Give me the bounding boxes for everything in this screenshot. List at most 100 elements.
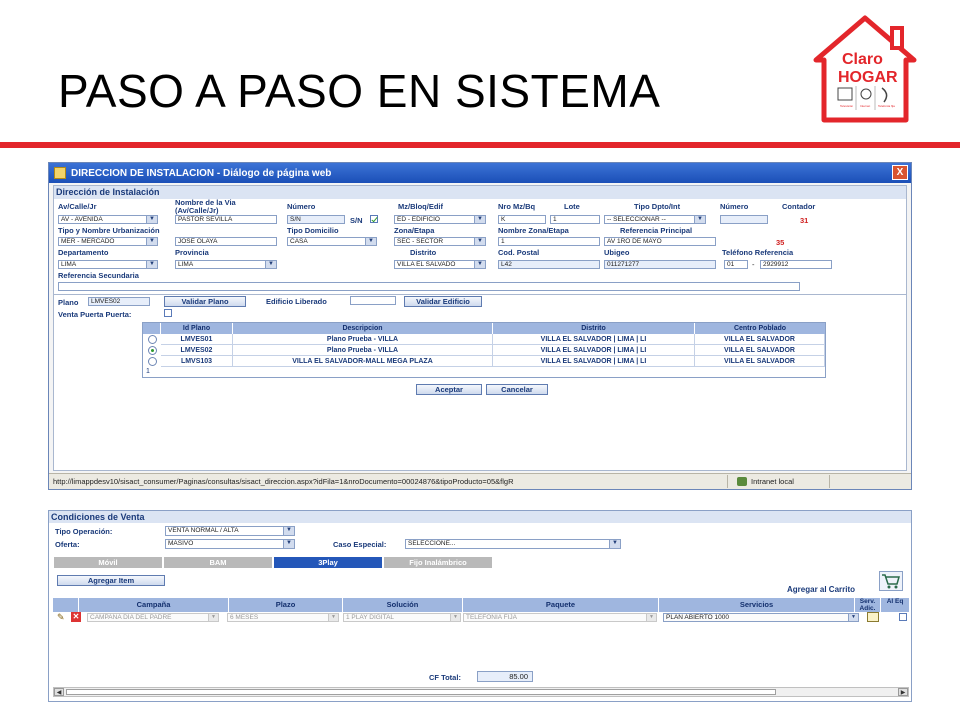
items-grid-row: ✎ ✕ CAMPAÑA DÍA DEL PADRE ▼ 6 MESES ▼ 1 PL…: [53, 612, 909, 623]
label-numero: Número: [287, 202, 316, 211]
tel-numero-input[interactable]: 2929912: [760, 260, 832, 269]
nombre-urb-input[interactable]: JOSE OLAYA: [175, 237, 277, 246]
tab-fijo-inalambrico[interactable]: Fijo Inalámbrico: [384, 557, 492, 568]
slide-title: PASO A PASO EN SISTEMA: [58, 65, 661, 117]
tipo-urb-select[interactable]: MER - MERCADO ▼: [58, 237, 158, 246]
table-row[interactable]: LMVS103 VILLA EL SALVADOR-MALL MEGA PLAZ…: [143, 356, 825, 367]
label-nro-mz: Nro Mz/Bq: [498, 202, 536, 211]
logo-text-hogar: HOGAR: [838, 69, 898, 86]
window-icon: [54, 167, 66, 179]
tipo-operacion-select[interactable]: VENTA NORMAL / ALTA ▼: [165, 526, 295, 536]
table-row[interactable]: LMVES01 Plano Prueba - VILLA VILLA EL SA…: [143, 334, 825, 345]
label-edificio-liberado: Edificio Liberado: [266, 297, 327, 306]
scroll-right-icon[interactable]: ▶: [898, 688, 908, 696]
delete-icon[interactable]: ✕: [71, 612, 81, 622]
numero-input[interactable]: S/N: [287, 215, 345, 224]
sn-checkbox[interactable]: [370, 215, 378, 223]
solucion-select[interactable]: 1 PLAY DIGITAL ▼: [343, 613, 461, 622]
cart-icon[interactable]: [879, 571, 903, 591]
scroll-thumb[interactable]: [66, 689, 776, 695]
serv-adic-edit-icon[interactable]: [867, 612, 879, 622]
row-radio[interactable]: [148, 357, 157, 366]
label-contador: Contador: [782, 202, 816, 211]
cancelar-button[interactable]: Cancelar: [486, 384, 548, 395]
title-divider: [0, 142, 960, 148]
servicios-select[interactable]: PLAN ABIERTO 1000 ▼: [663, 613, 859, 622]
edificio-liberado-input[interactable]: [350, 296, 396, 305]
col-centro-poblado: Centro Poblado: [733, 325, 787, 332]
label-numero-2: Número: [720, 202, 749, 211]
venta-puerta-checkbox[interactable]: [164, 309, 172, 317]
edit-pencil-icon[interactable]: ✎: [57, 612, 65, 623]
nombre-zona-input[interactable]: 1: [498, 237, 600, 246]
tab-bam[interactable]: BAM: [164, 557, 272, 568]
label-tipo-dpto: Tipo Dpto/Int: [634, 202, 681, 211]
campana-select[interactable]: CAMPAÑA DÍA DEL PADRE ▼: [87, 613, 219, 622]
tel-prefijo-input[interactable]: 01: [724, 260, 748, 269]
slide: PASO A PASO EN SISTEMA Claro HOGAR Telev…: [0, 0, 960, 720]
label-lote: Lote: [564, 202, 580, 211]
agregar-item-button[interactable]: Agregar Item: [57, 575, 165, 586]
aceptar-button[interactable]: Aceptar: [416, 384, 482, 395]
tipo-dpto-select[interactable]: -- SELECCIONAR -- ▼: [604, 215, 706, 224]
zona-etapa-select[interactable]: SEC - SECTOR ▼: [394, 237, 486, 246]
chevron-down-icon: ▼: [146, 216, 157, 223]
claro-hogar-logo: Claro HOGAR Televisión Internet Telefoní…: [813, 15, 917, 123]
label-cf-total: CF Total:: [429, 673, 461, 682]
label-ref-secundaria: Referencia Secundaria: [58, 271, 139, 280]
label-provincia: Provincia: [175, 248, 209, 257]
tipo-domicilio-select[interactable]: CASA ▼: [287, 237, 377, 246]
mz-bloq-select[interactable]: ED - EDIFICIO ▼: [394, 215, 486, 224]
distrito-select[interactable]: VILLA EL SALVADO ▼: [394, 260, 486, 269]
provincia-select[interactable]: LIMA ▼: [175, 260, 277, 269]
svg-text:Televisión: Televisión: [840, 104, 854, 108]
ref-principal-input[interactable]: AV 1RO DE MAYO: [604, 237, 716, 246]
contador-value-1: 31: [800, 216, 809, 225]
tel-separator: -: [752, 260, 755, 269]
table-header: Id Plano Descripcion Distrito Centro Pob…: [143, 323, 825, 334]
plano-input[interactable]: LMVES02: [88, 297, 150, 306]
logo-text-claro: Claro: [842, 51, 883, 68]
label-tipo-operacion: Tipo Operación:: [55, 527, 113, 536]
row-radio[interactable]: [148, 335, 157, 344]
ref-secundaria-input[interactable]: [58, 282, 800, 291]
validar-plano-button[interactable]: Validar Plano: [164, 296, 246, 307]
table-pager[interactable]: 1: [146, 368, 150, 375]
label-departamento: Departamento: [58, 248, 109, 257]
dialog-body: Dirección de Instalación Av/Calle/Jr Nom…: [53, 185, 907, 471]
dialog-titlebar[interactable]: DIRECCION DE INSTALACION - Diálogo de pá…: [49, 163, 911, 183]
numero-2-input[interactable]: [720, 215, 768, 224]
paquete-select[interactable]: TELEFONIA FIJA ▼: [463, 613, 657, 622]
horizontal-scrollbar[interactable]: ◀ ▶: [53, 687, 909, 697]
cod-postal-input[interactable]: L42: [498, 260, 600, 269]
close-icon[interactable]: X: [892, 165, 908, 180]
nro-mz-input[interactable]: K: [498, 215, 546, 224]
nombre-via-input[interactable]: PASTOR SEVILLA: [175, 215, 277, 224]
agregar-carrito-label: Agregar al Carrito: [787, 585, 856, 594]
scroll-left-icon[interactable]: ◀: [54, 688, 64, 696]
label-oferta: Oferta:: [55, 540, 80, 549]
plano-table: Id Plano Descripcion Distrito Centro Pob…: [142, 322, 826, 378]
intranet-zone: Intranet local: [737, 477, 794, 486]
tab-movil[interactable]: Móvil: [54, 557, 162, 568]
status-bar: http://limappdesv10/sisact_consumer/Pagi…: [49, 473, 911, 489]
table-row[interactable]: LMVES02 Plano Prueba - VILLA VILLA EL SA…: [143, 345, 825, 356]
row-radio-selected[interactable]: [148, 346, 157, 355]
label-mz-bloq: Mz/Bloq/Edif: [398, 202, 443, 211]
departamento-select[interactable]: LIMA ▼: [58, 260, 158, 269]
validar-edificio-button[interactable]: Validar Edificio: [404, 296, 482, 307]
label-plano: Plano: [58, 298, 79, 307]
al-eq-checkbox[interactable]: [899, 613, 907, 621]
dialog-title: DIRECCION DE INSTALACION - Diálogo de pá…: [71, 167, 332, 179]
caso-especial-select[interactable]: SELECCIONE... ▼: [405, 539, 621, 549]
plazo-select[interactable]: 6 MESES ▼: [227, 613, 339, 622]
av-calle-select[interactable]: AV - AVENIDA ▼: [58, 215, 158, 224]
label-ubigeo: Ubigeo: [604, 248, 630, 257]
tab-3play[interactable]: 3Play: [274, 557, 382, 568]
label-zona-etapa: Zona/Etapa: [394, 226, 435, 235]
ubigeo-input[interactable]: 011271277: [604, 260, 716, 269]
col-descripcion: Descripcion: [233, 323, 493, 334]
oferta-select[interactable]: MASIVO ▼: [165, 539, 295, 549]
lote-input[interactable]: 1: [550, 215, 600, 224]
label-caso-especial: Caso Especial:: [333, 540, 387, 549]
